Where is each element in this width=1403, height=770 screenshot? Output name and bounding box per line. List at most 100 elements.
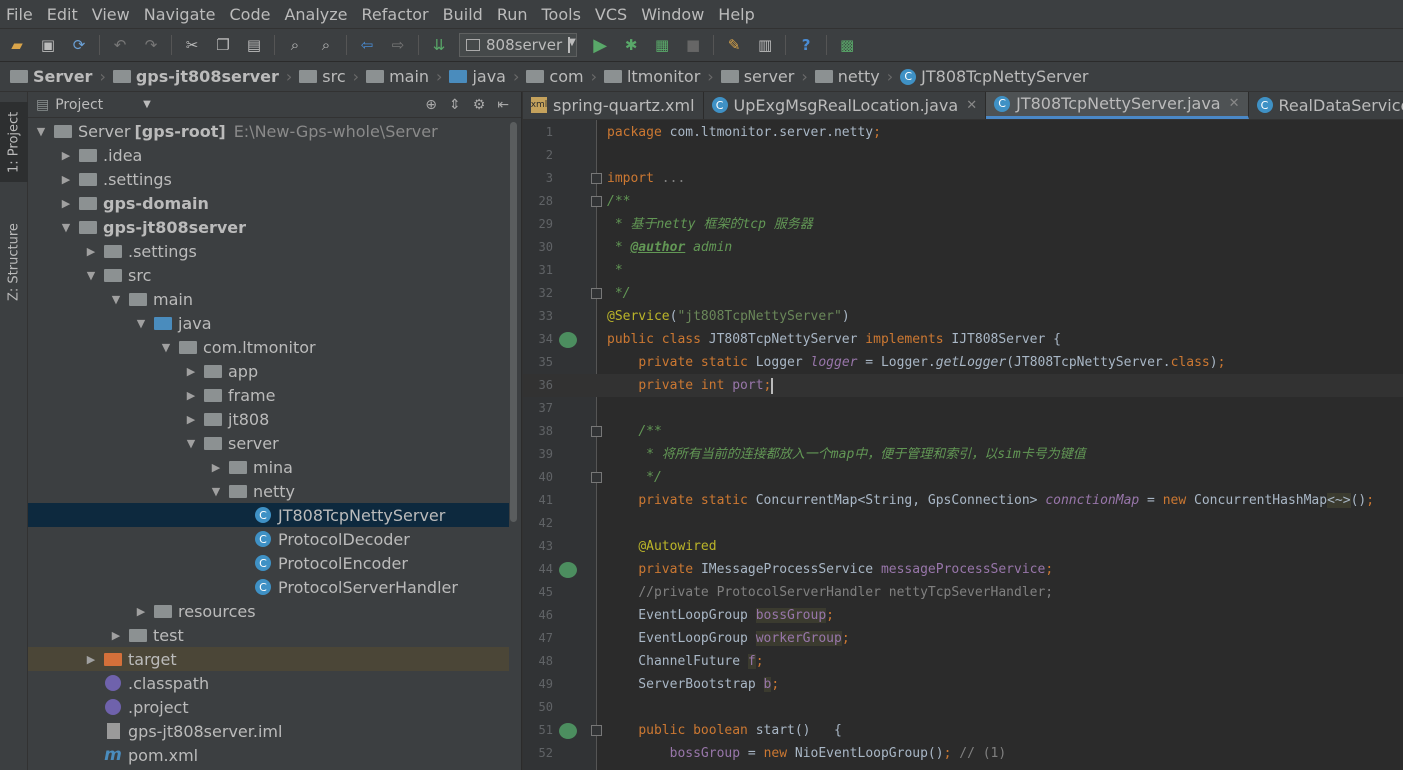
fold-icon[interactable]: [591, 725, 602, 736]
breadcrumb-item[interactable]: Server: [10, 67, 92, 86]
breadcrumb-item[interactable]: gps-jt808server: [112, 67, 279, 86]
collapsed-arrow-icon[interactable]: ▶: [84, 245, 98, 258]
expanded-arrow-icon[interactable]: ▼: [34, 125, 48, 138]
collapsed-arrow-icon[interactable]: ▶: [184, 413, 198, 426]
open-icon[interactable]: ▰: [6, 34, 28, 56]
breadcrumb-item[interactable]: netty: [814, 67, 880, 86]
breadcrumb-item[interactable]: src: [299, 67, 346, 86]
tab-structure[interactable]: Z: Structure: [0, 212, 28, 312]
help-icon[interactable]: ?: [795, 34, 817, 56]
debug-icon[interactable]: ✱: [620, 34, 642, 56]
tree-item[interactable]: ▶ resources: [28, 599, 509, 623]
tree-item[interactable]: ▶ .settings: [28, 167, 509, 191]
copy-icon[interactable]: ❐: [212, 34, 234, 56]
stop-icon[interactable]: ■: [682, 34, 704, 56]
menu-edit[interactable]: Edit: [47, 5, 78, 24]
menu-refactor[interactable]: Refactor: [362, 5, 429, 24]
menu-window[interactable]: Window: [641, 5, 704, 24]
tree-item[interactable]: ▶ test: [28, 623, 509, 647]
collapsed-arrow-icon[interactable]: ▶: [59, 149, 73, 162]
tree-item[interactable]: ▶ frame: [28, 383, 509, 407]
tree-item[interactable]: .classpath: [28, 671, 509, 695]
tree-item[interactable]: ▼ main: [28, 287, 509, 311]
editor-tab[interactable]: C UpExgMsgRealLocation.java ✕: [704, 92, 987, 119]
structure-icon[interactable]: ▥: [754, 34, 776, 56]
run-configuration-select[interactable]: 808server ▼: [459, 33, 578, 57]
fold-icon[interactable]: [591, 288, 602, 299]
breadcrumb-item[interactable]: com: [526, 67, 584, 86]
breadcrumb-item[interactable]: java: [449, 67, 506, 86]
tree-item[interactable]: ▶ gps-domain: [28, 191, 509, 215]
tree-item[interactable]: ▶ mina: [28, 455, 509, 479]
breadcrumb-item[interactable]: main: [366, 67, 429, 86]
tree-item[interactable]: m pom.xml: [28, 743, 509, 767]
gutter-marker-icon[interactable]: [559, 562, 577, 578]
tree-item[interactable]: .project: [28, 695, 509, 719]
editor-tab[interactable]: C RealDataService.java: [1249, 92, 1403, 119]
menu-tools[interactable]: Tools: [542, 5, 581, 24]
collapsed-arrow-icon[interactable]: ▶: [84, 653, 98, 666]
fold-icon[interactable]: [591, 472, 602, 483]
tree-item[interactable]: C ProtocolDecoder: [28, 527, 509, 551]
editor-tab[interactable]: C JT808TcpNettyServer.java ✕: [986, 92, 1249, 119]
save-icon[interactable]: ▣: [37, 34, 59, 56]
tree-item[interactable]: ▼ java: [28, 311, 509, 335]
settings-icon[interactable]: ✎: [723, 34, 745, 56]
sync-icon[interactable]: ⟳: [68, 34, 90, 56]
fold-icon[interactable]: [591, 196, 602, 207]
tree-item[interactable]: C ProtocolServerHandler: [28, 575, 509, 599]
collapsed-arrow-icon[interactable]: ▶: [209, 461, 223, 474]
project-view-select[interactable]: Project ▼: [55, 97, 151, 113]
menu-file[interactable]: File: [6, 5, 33, 24]
expanded-arrow-icon[interactable]: ▼: [159, 341, 173, 354]
sdk-icon[interactable]: ▩: [836, 34, 858, 56]
fold-icon[interactable]: [591, 173, 602, 184]
menu-build[interactable]: Build: [443, 5, 483, 24]
expanded-arrow-icon[interactable]: ▼: [209, 485, 223, 498]
tree-item[interactable]: ▼ server: [28, 431, 509, 455]
expanded-arrow-icon[interactable]: ▼: [184, 437, 198, 450]
tree-item[interactable]: ▼ com.ltmonitor: [28, 335, 509, 359]
locate-icon[interactable]: ⊕: [425, 97, 437, 113]
tree-item[interactable]: ▶ target: [28, 647, 509, 671]
menu-vcs[interactable]: VCS: [595, 5, 627, 24]
gear-icon[interactable]: ⚙: [473, 97, 486, 113]
code-editor[interactable]: 1 package com.ltmonitor.server.netty; 2 3 im…: [523, 120, 1403, 770]
run-icon[interactable]: ▶: [589, 34, 611, 56]
forward-icon[interactable]: ⇨: [387, 34, 409, 56]
tree-item[interactable]: ▼ src: [28, 263, 509, 287]
hide-icon[interactable]: ⇤: [497, 97, 509, 113]
menu-help[interactable]: Help: [718, 5, 754, 24]
fold-icon[interactable]: [591, 426, 602, 437]
tree-item[interactable]: C ProtocolEncoder: [28, 551, 509, 575]
breadcrumb-item[interactable]: ltmonitor: [603, 67, 700, 86]
menu-run[interactable]: Run: [497, 5, 528, 24]
paste-icon[interactable]: ▤: [243, 34, 265, 56]
tree-item[interactable]: ▼ Server [gps-root] E:\New-Gps-whole\Serve…: [28, 119, 509, 143]
tree-item[interactable]: ▶ app: [28, 359, 509, 383]
gutter-marker-icon[interactable]: [559, 332, 577, 348]
back-icon[interactable]: ⇦: [356, 34, 378, 56]
collapsed-arrow-icon[interactable]: ▶: [59, 197, 73, 210]
collapsed-arrow-icon[interactable]: ▶: [184, 365, 198, 378]
menu-analyze[interactable]: Analyze: [284, 5, 347, 24]
expanded-arrow-icon[interactable]: ▼: [84, 269, 98, 282]
breadcrumb-item[interactable]: server: [720, 67, 794, 86]
tree-item[interactable]: ▼ gps-jt808server: [28, 215, 509, 239]
menu-view[interactable]: View: [92, 5, 130, 24]
expanded-arrow-icon[interactable]: ▼: [59, 221, 73, 234]
breadcrumb-item[interactable]: C JT808TcpNettyServer: [900, 67, 1089, 86]
cut-icon[interactable]: ✂: [181, 34, 203, 56]
expanded-arrow-icon[interactable]: ▼: [109, 293, 123, 306]
redo-icon[interactable]: ↷: [140, 34, 162, 56]
coverage-icon[interactable]: ▦: [651, 34, 673, 56]
collapsed-arrow-icon[interactable]: ▶: [109, 629, 123, 642]
tab-project[interactable]: 1: Project: [0, 102, 28, 182]
expanded-arrow-icon[interactable]: ▼: [134, 317, 148, 330]
undo-icon[interactable]: ↶: [109, 34, 131, 56]
find-icon[interactable]: ⌕: [284, 34, 306, 56]
collapsed-arrow-icon[interactable]: ▶: [134, 605, 148, 618]
make-icon[interactable]: ⇊: [428, 34, 450, 56]
collapse-icon[interactable]: ⇕: [449, 97, 461, 113]
tree-scrollbar[interactable]: [510, 122, 517, 522]
